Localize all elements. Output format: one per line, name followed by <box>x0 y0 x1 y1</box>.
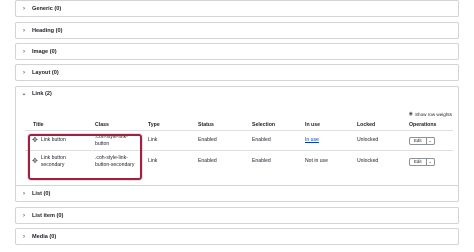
eye-icon: ◉ <box>408 111 413 117</box>
panel-layout[interactable]: › Layout (0) <box>15 64 459 81</box>
row-status: Enabled <box>198 158 217 165</box>
panel-label: Heading (0) <box>32 27 63 34</box>
in-use-link[interactable]: In use <box>305 137 319 143</box>
panel-label: Layout (0) <box>32 69 59 76</box>
row-selection: Enabled <box>252 158 271 165</box>
panel-label: Generic (0) <box>32 5 62 12</box>
column-header-class: Class <box>95 121 109 128</box>
edit-button[interactable]: Edit <box>410 137 426 144</box>
panel-label: Link (2) <box>32 91 52 97</box>
chevron-right-icon: › <box>23 212 25 219</box>
panel-image[interactable]: › Image (0) <box>15 43 459 60</box>
column-header-in-use: In use <box>305 121 320 128</box>
column-header-selection: Selection <box>252 121 276 128</box>
chevron-right-icon: › <box>23 69 25 76</box>
column-header-status: Status <box>198 121 214 128</box>
panel-list[interactable]: › List (0) <box>15 185 459 202</box>
chevron-right-icon: › <box>23 48 25 55</box>
panel-generic[interactable]: › Generic (0) <box>15 0 459 17</box>
panel-heading[interactable]: › Heading (0) <box>15 22 459 39</box>
column-header-title: Title <box>33 121 44 128</box>
row-in-use: Not in use <box>305 158 328 165</box>
chevron-right-icon: › <box>23 233 25 240</box>
panel-media[interactable]: › Media (0) <box>15 228 459 245</box>
edit-button[interactable]: Edit <box>410 158 426 165</box>
column-header-operations: Operations <box>409 121 437 128</box>
row-selection: Enabled <box>252 137 271 144</box>
row-type: Link <box>148 137 158 144</box>
chevron-down-icon[interactable]: ⌄ <box>425 158 434 165</box>
chevron-down-icon[interactable]: ⌄ <box>425 137 434 144</box>
show-row-weights-link[interactable]: ◉ Show row weights <box>409 111 452 117</box>
row-status: Enabled <box>198 137 217 144</box>
row-locked: Unlocked <box>357 137 379 144</box>
table-header: Title Class Type Status Selection In use… <box>25 120 453 131</box>
panel-list-item[interactable]: › List item (0) <box>15 207 459 224</box>
panel-label: List item (0) <box>32 212 64 219</box>
row-type: Link <box>148 158 158 165</box>
panel-link: ⌄ Link (2) ◉ Show row weights Title Clas… <box>15 86 459 198</box>
chevron-right-icon: › <box>23 5 25 12</box>
show-row-weights-label: Show row weights <box>414 111 452 117</box>
chevron-down-icon: ⌄ <box>21 91 27 97</box>
highlight-box <box>28 134 142 180</box>
panel-label: Image (0) <box>32 48 57 55</box>
chevron-right-icon: › <box>23 190 25 197</box>
column-header-locked: Locked <box>357 121 376 128</box>
panel-label: List (0) <box>32 190 51 197</box>
operations-dropbutton: Edit ⌄ <box>409 136 435 145</box>
row-locked: Unlocked <box>357 158 379 165</box>
operations-dropbutton: Edit ⌄ <box>409 157 435 166</box>
column-header-type: Type <box>148 121 160 128</box>
panel-link-header[interactable]: ⌄ Link (2) <box>16 87 458 101</box>
panel-label: Media (0) <box>32 233 57 240</box>
chevron-right-icon: › <box>23 27 25 34</box>
